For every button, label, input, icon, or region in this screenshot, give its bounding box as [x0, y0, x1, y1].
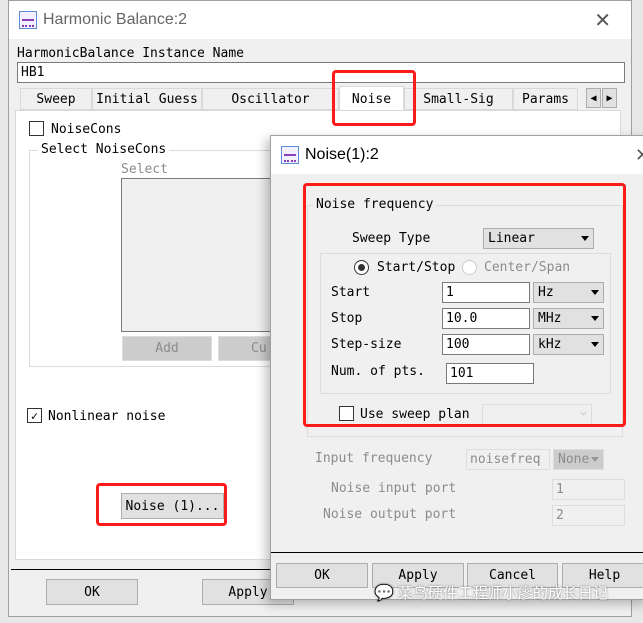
select-label: Select — [121, 162, 168, 177]
title-bar: Harmonic Balance:2 ✕ — [9, 1, 631, 39]
tab-small-sig[interactable]: Small-Sig — [404, 88, 513, 110]
tab-initial-guess[interactable]: Initial Guess — [92, 88, 202, 110]
highlight-noise-tab — [332, 70, 416, 126]
noise-output-port-input[interactable]: 2 — [552, 505, 625, 526]
input-frequency-input[interactable]: noisefreq — [466, 449, 550, 470]
noisecons-checkbox[interactable] — [29, 121, 44, 136]
watermark: 💬 菜鸟硬件工程师小廖的成长日记 — [374, 583, 608, 602]
noise-app-icon — [281, 146, 299, 164]
tab-oscillator[interactable]: Oscillator — [202, 88, 339, 110]
tab-sweep[interactable]: Sweep — [20, 88, 92, 110]
close-icon[interactable]: ✕ — [594, 8, 611, 33]
tab-params[interactable]: Params — [513, 88, 578, 110]
add-button[interactable]: Add — [122, 336, 212, 361]
noisecons-listbox[interactable] — [121, 178, 281, 332]
noise-input-port-input[interactable]: 1 — [552, 479, 625, 500]
tab-scroll-left-button[interactable]: ◀ — [586, 88, 601, 108]
chevron-down-icon — [591, 457, 599, 462]
wechat-icon: 💬 — [374, 583, 394, 602]
tab-scroll-right-button[interactable]: ▶ — [602, 88, 617, 108]
instance-name-label: HarmonicBalance Instance Name — [17, 46, 244, 61]
select-noisecons-legend: Select NoiseCons — [38, 142, 170, 157]
input-frequency-unit-select[interactable]: None — [553, 449, 604, 470]
highlight-noise-button — [96, 483, 227, 526]
noisecons-label: NoiseCons — [51, 122, 122, 137]
noise-close-icon[interactable]: ✕ — [635, 145, 643, 166]
main-ok-button[interactable]: OK — [46, 579, 138, 605]
input-frequency-label: Input frequency — [315, 451, 433, 466]
nonlinear-noise-label: Nonlinear noise — [48, 409, 166, 424]
highlight-noise-frequency — [303, 183, 626, 427]
cut-button[interactable]: Cu — [218, 336, 278, 361]
app-icon — [19, 11, 37, 29]
noise-ok-button[interactable]: OK — [276, 563, 368, 588]
instance-name-input[interactable]: HB1 — [17, 62, 625, 83]
noise-output-port-label: Noise output port — [323, 507, 457, 522]
noise-dialog-title: Noise(1):2 — [305, 146, 379, 163]
noise-input-port-label: Noise input port — [331, 481, 457, 496]
nonlinear-noise-checkbox[interactable]: ✓ — [27, 408, 42, 423]
noise-title-bar: Noise(1):2 ✕ — [271, 136, 643, 174]
dialog-title: Harmonic Balance:2 — [43, 11, 188, 28]
noise-separator — [271, 552, 643, 553]
